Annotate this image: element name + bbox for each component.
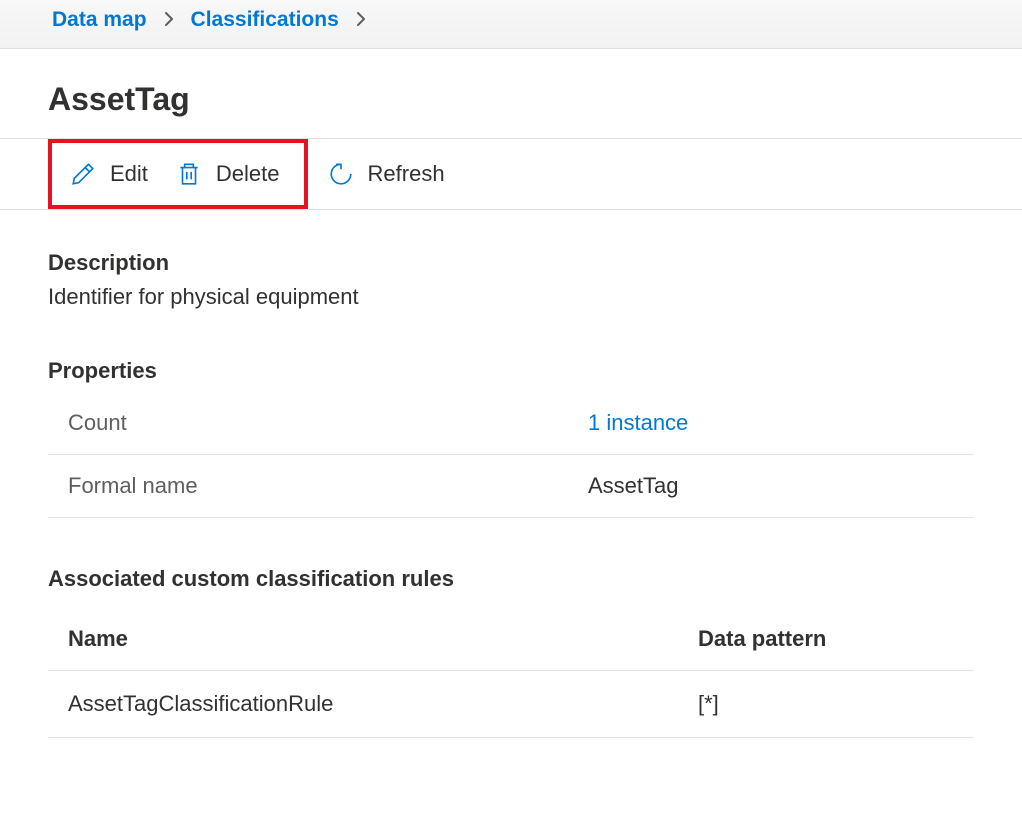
- refresh-button[interactable]: Refresh: [314, 153, 459, 195]
- refresh-button-label: Refresh: [368, 161, 445, 187]
- property-label: Formal name: [68, 473, 588, 499]
- page-title: AssetTag: [0, 49, 1022, 138]
- breadcrumb: Data map Classifications: [52, 8, 1022, 32]
- delete-button-label: Delete: [216, 161, 280, 187]
- breadcrumb-link-datamap[interactable]: Data map: [52, 8, 147, 32]
- properties-heading: Properties: [48, 358, 974, 384]
- edit-button[interactable]: Edit: [56, 153, 162, 195]
- description-heading: Description: [48, 250, 974, 276]
- property-value-count[interactable]: 1 instance: [588, 410, 688, 436]
- description-text: Identifier for physical equipment: [48, 284, 974, 310]
- pencil-icon: [70, 161, 96, 187]
- rules-heading: Associated custom classification rules: [48, 566, 974, 592]
- trash-icon: [176, 161, 202, 187]
- chevron-right-icon: [355, 10, 367, 31]
- chevron-right-icon: [163, 10, 175, 31]
- breadcrumb-link-classifications[interactable]: Classifications: [191, 8, 339, 32]
- table-row[interactable]: AssetTagClassificationRule [*]: [48, 671, 974, 738]
- rule-name-cell: AssetTagClassificationRule: [68, 691, 698, 717]
- rule-pattern-cell: [*]: [698, 691, 974, 717]
- property-label: Count: [68, 410, 588, 436]
- table-header: Name Data pattern: [48, 608, 974, 671]
- edit-button-label: Edit: [110, 161, 148, 187]
- toolbar: Edit Delete Refresh: [0, 138, 1022, 210]
- column-header-name[interactable]: Name: [68, 626, 698, 652]
- column-header-pattern[interactable]: Data pattern: [698, 626, 974, 652]
- rules-section: Associated custom classification rules N…: [48, 566, 974, 738]
- property-row: Count 1 instance: [48, 392, 974, 455]
- properties-section: Properties Count 1 instance Formal name …: [48, 358, 974, 518]
- property-row: Formal name AssetTag: [48, 455, 974, 518]
- delete-button[interactable]: Delete: [162, 153, 294, 195]
- refresh-icon: [328, 161, 354, 187]
- highlight-annotation: Edit Delete: [48, 139, 308, 209]
- property-value-formalname: AssetTag: [588, 473, 679, 499]
- description-section: Description Identifier for physical equi…: [48, 250, 974, 310]
